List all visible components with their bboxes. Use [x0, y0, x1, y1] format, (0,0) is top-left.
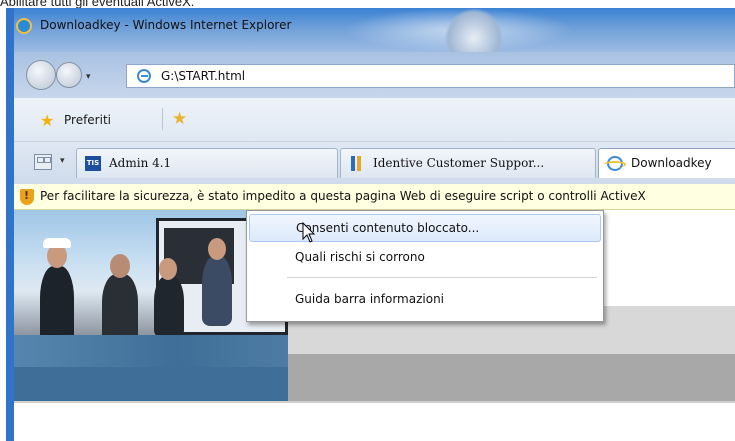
forward-button[interactable] [56, 62, 82, 88]
security-shield-icon [20, 189, 34, 205]
navigation-bar: ▾ G:\START.html [14, 52, 735, 98]
menu-item-info-bar-help[interactable]: Guida barra informazioni [249, 286, 601, 314]
menu-separator [287, 277, 597, 278]
page-icon [137, 69, 151, 83]
address-bar[interactable]: G:\START.html [126, 64, 735, 88]
tab-label: Admin 4.1 [109, 156, 172, 170]
tab-bar: ▾ TIS Admin 4.1 Identive Customer Suppor… [14, 142, 735, 184]
address-url[interactable]: G:\START.html [161, 69, 245, 83]
ie-logo-icon [16, 18, 32, 34]
quick-tabs-icon[interactable] [34, 154, 52, 170]
favorites-bar: ★ Preferiti ★ [14, 98, 735, 142]
information-bar-text[interactable]: Per facilitare la sicurezza, è stato imp… [40, 189, 646, 203]
ie-icon [604, 156, 626, 171]
tab-downloadkey[interactable]: Downloadkey [598, 148, 735, 178]
recent-pages-dropdown-icon[interactable]: ▾ [86, 72, 91, 82]
gray-banner-dark [288, 354, 735, 401]
tab-identive[interactable]: Identive Customer Suppor... [340, 148, 596, 178]
information-bar[interactable]: Per facilitare la sicurezza, è stato imp… [14, 184, 735, 210]
tab-label: Downloadkey [631, 156, 712, 170]
title-bar[interactable]: Downloadkey - Windows Internet Explorer [14, 8, 735, 68]
menu-item-risks[interactable]: Quali rischi si corrono [249, 244, 601, 272]
favorites-star-icon[interactable]: ★ [40, 111, 54, 130]
information-bar-context-menu: Consenti contenuto bloccato... Quali ris… [246, 210, 604, 322]
identive-icon [351, 156, 367, 171]
back-button[interactable] [26, 60, 56, 90]
document-top-text: Abilitare tutti gli eventuali ActiveX. [0, 0, 195, 8]
favorites-button[interactable]: Preferiti [64, 113, 111, 127]
tis-icon: TIS [85, 156, 101, 171]
mouse-pointer-icon [302, 222, 316, 243]
window-title: Downloadkey - Windows Internet Explorer [40, 18, 292, 32]
tab-admin[interactable]: TIS Admin 4.1 [76, 148, 338, 178]
tab-label: Identive Customer Suppor... [373, 156, 545, 170]
add-to-favorites-icon[interactable]: ★ [172, 109, 187, 129]
favorites-separator [162, 108, 163, 130]
tab-list-dropdown-icon[interactable]: ▾ [60, 156, 65, 166]
blue-banner [14, 335, 288, 401]
